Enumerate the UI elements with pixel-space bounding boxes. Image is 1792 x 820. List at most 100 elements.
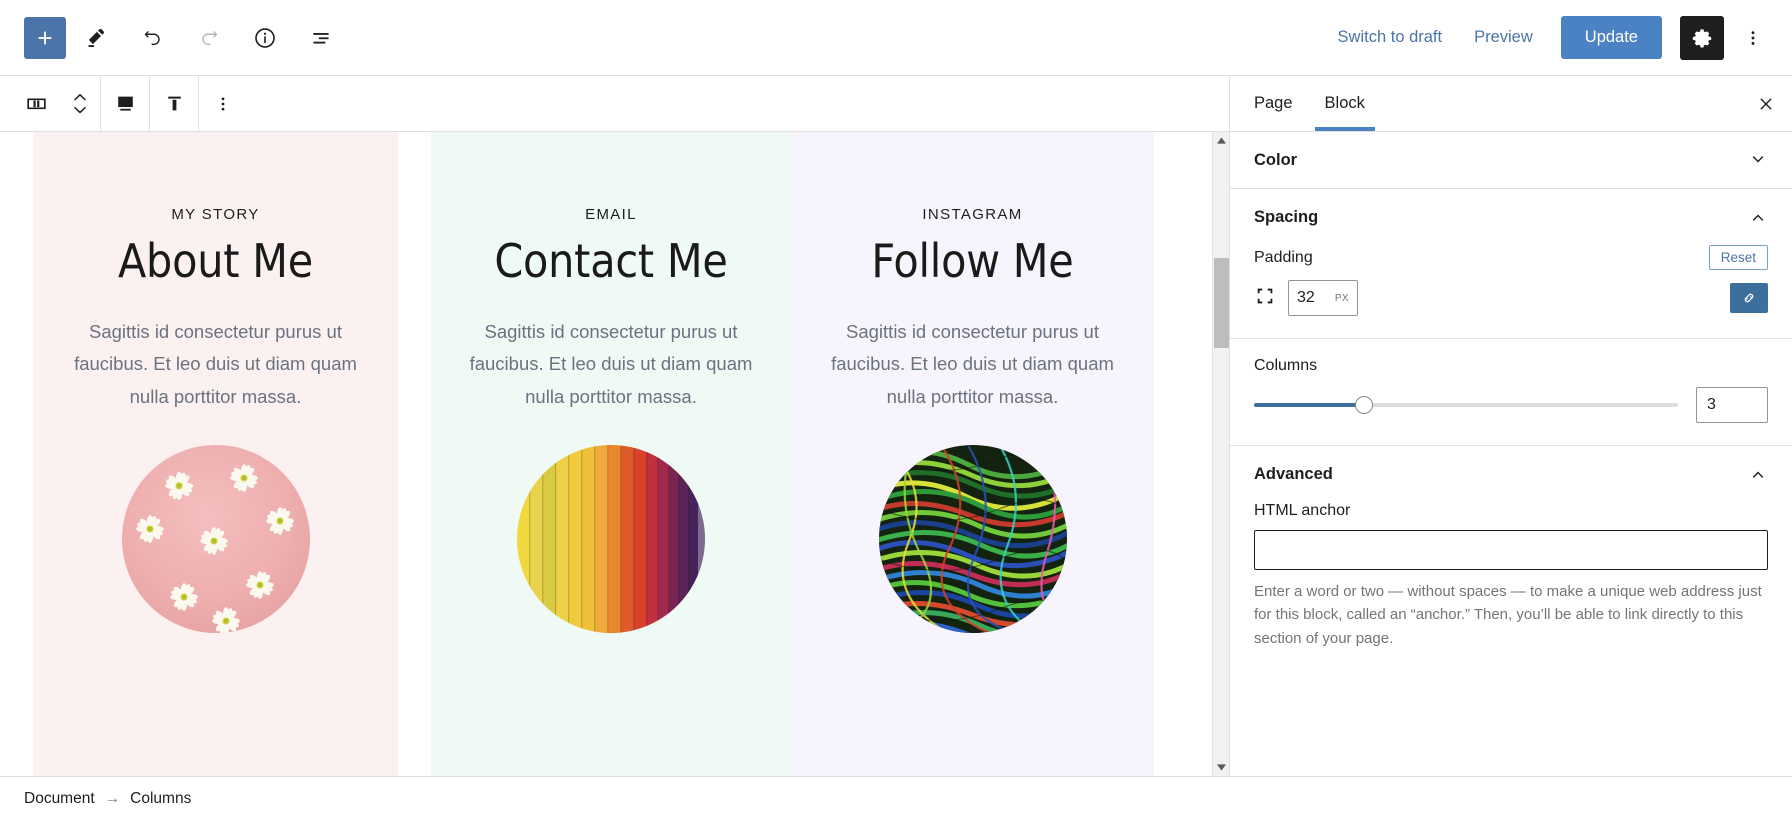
details-button[interactable] (240, 12, 290, 64)
rainbow-stripes-circle-image[interactable] (517, 445, 705, 634)
scrollbar-thumb[interactable] (1214, 258, 1229, 348)
update-button[interactable]: Update (1560, 16, 1662, 59)
editor-area: MY STORY About Me Sagittis id consectetu… (0, 76, 1229, 776)
html-anchor-input[interactable] (1254, 530, 1768, 570)
vertical-align-button[interactable] (150, 76, 198, 131)
columns-label: Columns (1254, 357, 1318, 374)
info-circle-icon (255, 27, 275, 48)
header-right-actions: Switch to draft Preview Update (1324, 15, 1774, 60)
panel-advanced-title: Advanced (1254, 464, 1333, 483)
tab-page[interactable]: Page (1238, 76, 1309, 131)
column-paragraph[interactable]: Sagittis id consectetur purus ut faucibu… (57, 316, 374, 413)
scroll-down-arrow[interactable] (1213, 759, 1230, 776)
panel-color-header[interactable]: Color (1254, 132, 1768, 188)
editor-canvas[interactable]: MY STORY About Me Sagittis id consectetu… (0, 132, 1229, 776)
marbled-psychedelic-circle-image[interactable] (878, 445, 1067, 634)
switch-to-draft-button[interactable]: Switch to draft (1324, 18, 1457, 57)
block-options-button[interactable] (199, 76, 247, 131)
panel-columns: Columns 3 (1230, 339, 1792, 446)
canvas-scrollbar[interactable] (1212, 132, 1229, 776)
daisies-artwork (121, 445, 310, 634)
editor-body: MY STORY About Me Sagittis id consectetu… (0, 76, 1792, 776)
more-options-button[interactable] (1732, 16, 1774, 60)
columns-slider[interactable] (1254, 395, 1678, 415)
column-image-wrapper (455, 445, 767, 634)
column-block-1[interactable]: MY STORY About Me Sagittis id consectetu… (33, 132, 398, 776)
block-type-button[interactable] (12, 76, 60, 131)
column-heading[interactable]: Contact Me (455, 235, 767, 288)
html-anchor-label: HTML anchor (1254, 502, 1351, 519)
columns-value: 3 (1707, 396, 1716, 413)
block-toolbar-group-align (101, 76, 150, 131)
html-anchor-help: Enter a word or two — without spaces — t… (1254, 583, 1762, 647)
settings-sidebar: Page Block Color Spacing Padding Reset 3… (1229, 76, 1792, 776)
marbled-artwork (878, 445, 1067, 634)
gear-icon (1692, 28, 1712, 48)
sidebar-tabs: Page Block (1230, 76, 1792, 132)
panel-advanced-header[interactable]: Advanced (1254, 446, 1768, 502)
panel-spacing-body: Padding Reset 32 PX (1254, 245, 1768, 338)
list-view-icon (313, 32, 329, 44)
padding-value: 32 (1297, 289, 1315, 306)
editor-header: Switch to draft Preview Update (0, 0, 1792, 76)
columns-number-input[interactable]: 3 (1696, 387, 1768, 423)
column-eyebrow: MY STORY (171, 206, 260, 223)
link-icon (1744, 293, 1754, 303)
panel-spacing-title: Spacing (1254, 207, 1319, 226)
breadcrumb-columns[interactable]: Columns (130, 790, 191, 808)
block-mover-button[interactable] (60, 76, 100, 131)
undo-arrow-icon (144, 30, 160, 45)
slider-thumb[interactable] (1355, 396, 1374, 414)
chevron-down-icon (74, 106, 86, 114)
column-heading[interactable]: Follow Me (815, 235, 1130, 288)
column-image-wrapper (815, 445, 1130, 634)
kebab-menu-icon (1751, 30, 1755, 45)
column-paragraph[interactable]: Sagittis id consectetur purus ut faucibu… (815, 316, 1130, 413)
padding-reset-button[interactable]: Reset (1708, 245, 1768, 270)
chevron-up-icon (74, 93, 86, 101)
panel-spacing-header[interactable]: Spacing (1254, 189, 1768, 245)
padding-field-header: Padding Reset (1254, 245, 1768, 270)
column-paragraph[interactable]: Sagittis id consectetur purus ut faucibu… (455, 316, 767, 413)
padding-box-icon[interactable] (1254, 285, 1276, 312)
columns-icon (26, 98, 46, 110)
list-view-button[interactable] (296, 12, 346, 64)
chevron-up-icon (1748, 464, 1768, 484)
chevron-down-icon (1748, 150, 1768, 170)
caret-down-icon (1216, 764, 1226, 771)
pink-daisies-circle-image[interactable] (121, 445, 310, 634)
columns-control: Columns 3 (1254, 339, 1768, 445)
header-left-tools (24, 12, 346, 64)
tools-edit-button[interactable] (72, 12, 122, 64)
preview-button[interactable]: Preview (1460, 18, 1547, 57)
panel-spacing: Spacing Padding Reset 32 PX (1230, 189, 1792, 339)
change-alignment-button[interactable] (101, 76, 149, 131)
slider-fill (1254, 403, 1365, 407)
columns-block[interactable]: MY STORY About Me Sagittis id consectetu… (0, 132, 1229, 776)
breadcrumb-document[interactable]: Document (24, 790, 95, 808)
block-toolbar-group-block (0, 76, 101, 131)
add-block-button[interactable] (24, 16, 66, 59)
close-icon (1760, 97, 1772, 110)
undo-button[interactable] (128, 12, 178, 64)
panel-color-title: Color (1254, 150, 1298, 169)
padding-value-input[interactable]: 32 PX (1288, 280, 1358, 316)
column-block-3[interactable]: INSTAGRAM Follow Me Sagittis id consecte… (791, 132, 1154, 776)
column-eyebrow: INSTAGRAM (922, 206, 1023, 223)
column-heading[interactable]: About Me (57, 235, 374, 288)
tab-block[interactable]: Block (1309, 76, 1381, 131)
close-sidebar-button[interactable] (1740, 76, 1792, 131)
align-wide-icon (117, 96, 133, 111)
breadcrumb-separator: → (104, 789, 121, 807)
block-toolbar-group-valign (150, 76, 199, 131)
kebab-menu-icon (221, 96, 225, 111)
plus-icon (38, 31, 52, 44)
column-eyebrow: EMAIL (585, 206, 637, 223)
link-padding-sides-button[interactable] (1730, 283, 1768, 313)
block-toolbar (0, 76, 1229, 132)
columns-slider-row: 3 (1254, 387, 1768, 423)
settings-toggle-button[interactable] (1680, 15, 1724, 60)
column-block-2[interactable]: EMAIL Contact Me Sagittis id consectetur… (431, 132, 791, 776)
panel-advanced: Advanced HTML anchor Enter a word or two… (1230, 446, 1792, 672)
scroll-up-arrow[interactable] (1213, 132, 1230, 149)
